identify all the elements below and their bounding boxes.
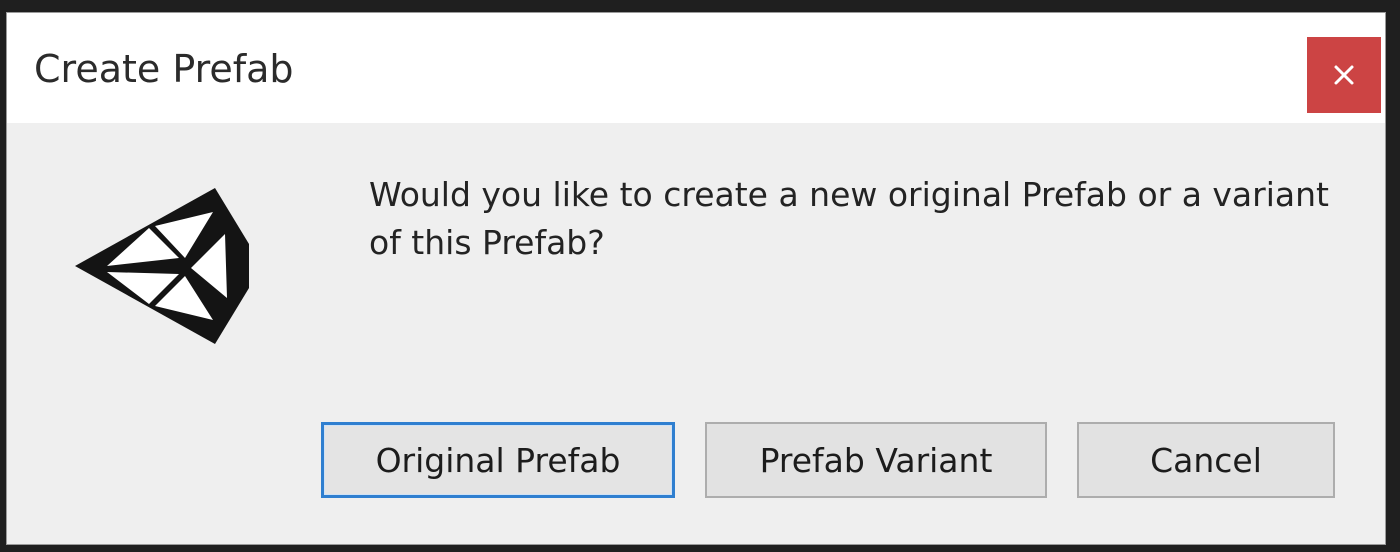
prefab-variant-button[interactable]: Prefab Variant (705, 422, 1047, 498)
unity-logo-icon (67, 176, 252, 356)
close-icon (1334, 65, 1354, 85)
create-prefab-dialog: Create Prefab Would you like to create a… (6, 12, 1386, 545)
close-button[interactable] (1307, 37, 1381, 113)
original-prefab-button[interactable]: Original Prefab (321, 422, 675, 498)
title-bar[interactable]: Create Prefab (7, 13, 1385, 123)
dialog-message: Would you like to create a new original … (369, 175, 1329, 262)
cancel-button[interactable]: Cancel (1077, 422, 1335, 498)
window-title: Create Prefab (34, 47, 294, 91)
screen: Create Prefab Would you like to create a… (0, 0, 1400, 552)
